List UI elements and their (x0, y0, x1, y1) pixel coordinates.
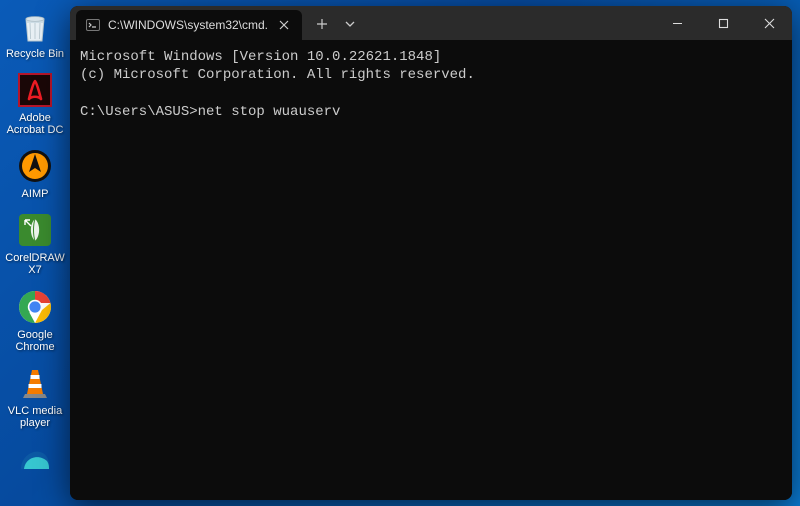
titlebar-drag-area[interactable] (362, 6, 654, 40)
desktop-icon-edge[interactable] (4, 437, 66, 483)
edge-icon (15, 439, 55, 479)
desktop-icon-aimp[interactable]: AIMP (4, 144, 66, 202)
icon-label: VLC media player (4, 405, 66, 429)
icon-label: Recycle Bin (6, 48, 64, 60)
desktop: Recycle Bin Adobe Acrobat DC AIMP (0, 0, 800, 506)
close-window-button[interactable] (746, 6, 792, 40)
tabbar-actions (306, 6, 362, 40)
titlebar[interactable]: C:\WINDOWS\system32\cmd. (70, 6, 792, 40)
icon-label: CorelDRAW X7 (4, 252, 66, 276)
desktop-icon-chrome[interactable]: Google Chrome (4, 285, 66, 355)
desktop-icons: Recycle Bin Adobe Acrobat DC AIMP (4, 4, 66, 483)
terminal-body[interactable]: Microsoft Windows [Version 10.0.22621.18… (70, 40, 792, 500)
icon-label: AIMP (22, 188, 49, 200)
terminal-line: Microsoft Windows [Version 10.0.22621.18… (80, 49, 441, 65)
terminal-line: (c) Microsoft Corporation. All rights re… (80, 67, 475, 83)
icon-label: Google Chrome (4, 329, 66, 353)
close-icon (764, 18, 775, 29)
maximize-icon (718, 18, 729, 29)
coreldraw-icon (15, 210, 55, 250)
cmd-icon (86, 18, 100, 32)
plus-icon (316, 18, 328, 30)
tab-close-button[interactable] (276, 17, 292, 33)
chrome-icon (15, 287, 55, 327)
tab-cmd[interactable]: C:\WINDOWS\system32\cmd. (76, 10, 302, 40)
new-tab-button[interactable] (306, 9, 338, 39)
minimize-button[interactable] (654, 6, 700, 40)
desktop-icon-adobe-acrobat[interactable]: Adobe Acrobat DC (4, 68, 66, 138)
prompt: C:\Users\ASUS> (80, 103, 198, 121)
desktop-icon-vlc[interactable]: VLC media player (4, 361, 66, 431)
recycle-bin-icon (15, 6, 55, 46)
desktop-icon-recycle-bin[interactable]: Recycle Bin (4, 4, 66, 62)
maximize-button[interactable] (700, 6, 746, 40)
aimp-icon (15, 146, 55, 186)
terminal-window: C:\WINDOWS\system32\cmd. (70, 6, 792, 500)
command-input[interactable]: net stop wuauserv (198, 103, 341, 121)
adobe-acrobat-icon (15, 70, 55, 110)
tab-title: C:\WINDOWS\system32\cmd. (108, 18, 268, 32)
chevron-down-icon (345, 19, 355, 29)
desktop-icon-coreldraw[interactable]: CorelDRAW X7 (4, 208, 66, 278)
tab-dropdown-button[interactable] (338, 9, 362, 39)
icon-label: Adobe Acrobat DC (4, 112, 66, 136)
close-icon (279, 20, 289, 30)
vlc-icon (15, 363, 55, 403)
window-controls (654, 6, 792, 40)
minimize-icon (672, 18, 683, 29)
cursor (340, 103, 348, 119)
